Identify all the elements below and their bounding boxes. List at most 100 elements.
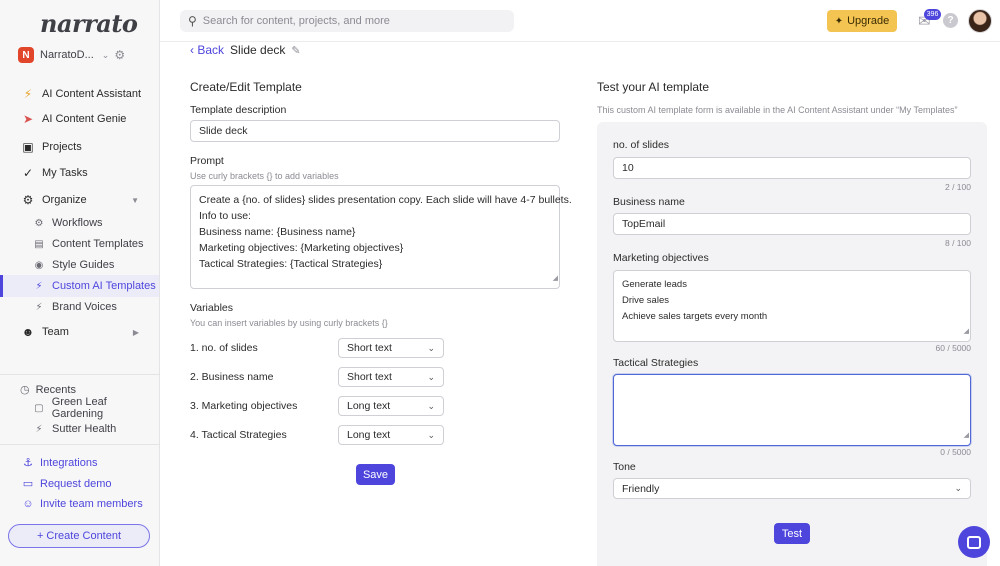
caret-right-icon[interactable]: ▶ (133, 328, 139, 337)
variable-name: 4. Tactical Strategies (190, 429, 287, 441)
template-icon: ▤ (34, 238, 44, 250)
sidebar-item-organize[interactable]: ⚙ Organize ▼ (0, 189, 159, 211)
rocket-icon: ➤ (22, 112, 34, 126)
prompt-line: Business name: {Business name} (199, 226, 356, 238)
help-icon[interactable]: ? (943, 13, 958, 28)
prompt-line: Tactical Strategies: {Tactical Strategie… (199, 258, 383, 270)
test-button[interactable]: Test (774, 523, 810, 544)
chevron-down-icon[interactable]: ⌄ (102, 50, 110, 61)
resize-handle-icon[interactable]: ◢ (964, 324, 969, 340)
sidebar-item-label: Brand Voices (52, 301, 117, 313)
variable-row: 1. no. of slides Short text ⌄ (190, 338, 444, 358)
strategies-textarea[interactable]: ◢ (613, 374, 971, 446)
sidebar-item-ai-content-genie[interactable]: ➤ AI Content Genie (0, 108, 159, 130)
resize-handle-icon[interactable]: ◢ (553, 271, 558, 287)
chat-icon (967, 535, 981, 549)
chat-launcher[interactable] (958, 526, 990, 558)
sparkle-icon: ✦ (834, 15, 844, 27)
prompt-line: Create a {no. of slides} slides presenta… (199, 194, 572, 206)
cube-icon: ▢ (34, 402, 44, 414)
objectives-line: Achieve sales targets every month (622, 311, 768, 322)
avatar[interactable] (968, 9, 992, 33)
invite-team-link[interactable]: ☺ Invite team members (22, 498, 142, 510)
sidebar-item-workflows[interactable]: ⚙ Workflows (0, 212, 159, 234)
sidebar-item-label: Workflows (52, 217, 103, 229)
clock-icon: ◷ (20, 384, 30, 396)
sidebar-item-style-guides[interactable]: ◉ Style Guides (0, 254, 159, 276)
variable-name: 3. Marketing objectives (190, 400, 298, 412)
sidebar-item-label: AI Content Genie (42, 113, 127, 125)
resize-handle-icon[interactable]: ◢ (964, 428, 969, 444)
objectives-counter: 60 / 5000 (935, 343, 971, 353)
breadcrumb: ‹ Back Slide deck ✎ (190, 43, 301, 57)
objectives-textarea[interactable]: Generate leads Drive sales Achieve sales… (613, 270, 971, 342)
variable-type-select[interactable]: Short text ⌄ (338, 367, 444, 387)
request-demo-link[interactable]: ▭ Request demo (22, 477, 112, 491)
check-icon: ✓ (22, 166, 34, 180)
sidebar-item-label: Organize (42, 194, 87, 206)
gear-icon[interactable]: ⚙ (114, 48, 125, 62)
search-bar[interactable]: ⚲ Search for content, projects, and more (180, 10, 514, 32)
monitor-icon: ▭ (22, 478, 34, 490)
sidebar-item-label: AI Content Assistant (42, 88, 142, 100)
workflow-icon: ⚙ (34, 217, 44, 229)
sidebar-item-label: Content Templates (52, 238, 144, 250)
slides-field[interactable]: 10 (613, 157, 971, 179)
sidebar-item-my-tasks[interactable]: ✓ My Tasks (0, 162, 159, 184)
sidebar-item-label: Projects (42, 141, 82, 153)
slides-counter: 2 / 100 (945, 182, 971, 192)
sidebar-item-projects[interactable]: ▣ Projects (0, 136, 159, 158)
edit-icon[interactable]: ✎ (291, 44, 300, 57)
description-field[interactable]: Slide deck (190, 120, 560, 142)
slides-label: no. of slides (613, 139, 670, 151)
objectives-label: Marketing objectives (613, 252, 709, 264)
workspace-switcher[interactable]: N NarratoD... ⌄ ⚙ (18, 46, 146, 64)
variables-label: Variables (190, 302, 233, 314)
chevron-down-icon: ⌄ (954, 483, 962, 493)
description-label: Template description (190, 104, 287, 116)
variable-type-select[interactable]: Long text ⌄ (338, 396, 444, 416)
top-bar: ⚲ Search for content, projects, and more… (160, 0, 1000, 42)
variable-type-select[interactable]: Short text ⌄ (338, 338, 444, 358)
team-icon: ☻ (21, 325, 35, 339)
mail-count-badge: 396 (924, 9, 941, 20)
sidebar-item-ai-content-assistant[interactable]: ⚡ AI Content Assistant (0, 83, 159, 105)
prompt-line: Info to use: (199, 210, 251, 222)
narrato-logo[interactable]: narrato (40, 9, 138, 38)
integrations-icon: ⚓ (23, 457, 33, 469)
chevron-left-icon[interactable]: ‹ (190, 43, 197, 57)
recent-item[interactable]: ⚡ Sutter Health (0, 418, 159, 440)
prompt-textarea[interactable]: Create a {no. of slides} slides presenta… (190, 185, 572, 289)
sidebar-item-brand-voices[interactable]: ⚡ Brand Voices (0, 296, 159, 318)
editor-heading: Create/Edit Template (190, 80, 302, 94)
chevron-down-icon: ⌄ (427, 371, 435, 382)
bolt-icon: ⚡ (35, 280, 43, 292)
back-link[interactable]: Back (197, 43, 224, 57)
divider (0, 444, 159, 445)
sidebar-item-custom-ai-templates[interactable]: ⚡ Custom AI Templates (0, 275, 159, 297)
strategies-label: Tactical Strategies (613, 357, 699, 369)
upgrade-button[interactable]: ✦ Upgrade (827, 10, 897, 32)
save-button[interactable]: Save (356, 464, 395, 485)
sidebar-item-team[interactable]: ☻ Team ▶ (0, 321, 159, 343)
sidebar-item-content-templates[interactable]: ▤ Content Templates (0, 233, 159, 255)
business-field[interactable]: TopEmail (613, 213, 971, 235)
chevron-down-icon: ⌄ (427, 400, 435, 411)
variable-row: 2. Business name Short text ⌄ (190, 367, 444, 387)
search-input[interactable]: Search for content, projects, and more (203, 15, 390, 27)
create-content-button[interactable]: + Create Content (8, 524, 150, 548)
divider (0, 374, 159, 375)
workspace-name: NarratoD... (40, 49, 94, 61)
variable-type-select[interactable]: Long text ⌄ (338, 425, 444, 445)
sidebar: narrato N NarratoD... ⌄ ⚙ ⚡ AI Content A… (0, 0, 160, 566)
prompt-hint: Use curly brackets {} to add variables (190, 171, 339, 181)
variable-name: 1. no. of slides (190, 342, 258, 354)
objectives-line: Drive sales (622, 295, 669, 306)
search-icon: ⚲ (188, 14, 197, 28)
recent-item[interactable]: ▢ Green Leaf Gardening (0, 396, 159, 420)
caret-down-icon[interactable]: ▼ (131, 196, 139, 205)
prompt-line: Marketing objectives: {Marketing objecti… (199, 242, 404, 254)
variable-name: 2. Business name (190, 371, 274, 383)
tone-select[interactable]: Friendly ⌄ (613, 478, 971, 499)
integrations-link[interactable]: ⚓ Integrations (22, 456, 97, 470)
